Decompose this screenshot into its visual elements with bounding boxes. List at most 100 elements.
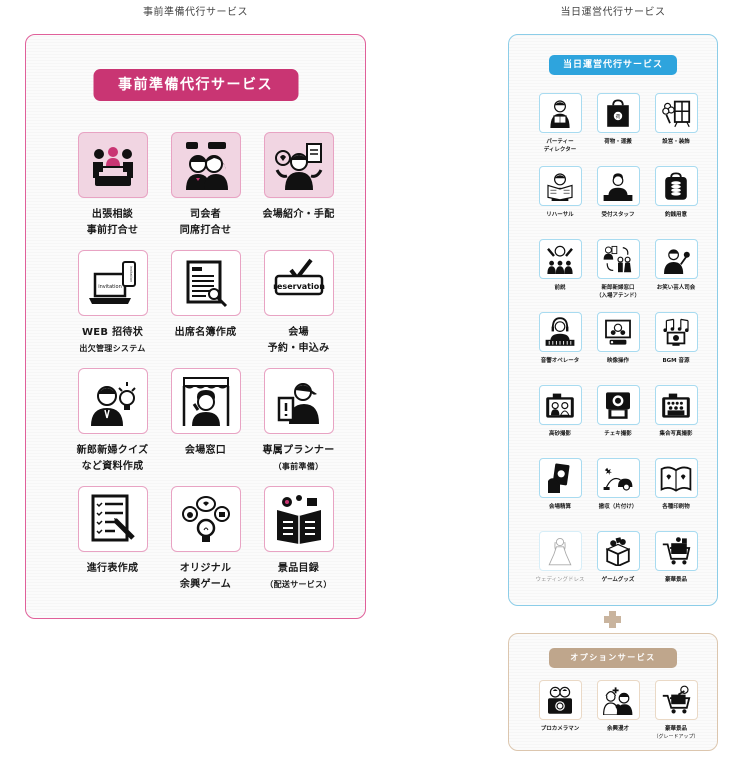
day_service-item[interactable]: パーティー ディレクター: [531, 93, 589, 166]
idea-man-icon[interactable]: [77, 368, 148, 434]
reservation-icon[interactable]: reservation: [263, 250, 334, 316]
day_service-item-label: 荷物・運搬: [604, 138, 632, 146]
day_service-item[interactable]: リハーサル: [531, 166, 589, 239]
day_service-item[interactable]: 映像操作: [589, 312, 647, 385]
svg-text:reservation: reservation: [273, 282, 325, 291]
payment-icon[interactable]: [538, 458, 582, 498]
day-service-grid: パーティー ディレクター荷荷物・運搬 設営・装飾 リハーサル 受付スタッフ 釣銭用意 前説新…: [531, 93, 705, 604]
label-line-1: 設営・装飾: [662, 139, 690, 145]
day_service-item[interactable]: 荷荷物・運搬: [589, 93, 647, 166]
wedding-dress-icon[interactable]: [538, 531, 582, 571]
day_service-item[interactable]: ゲームグッズ: [589, 531, 647, 604]
day_service-item[interactable]: 釣銭用意: [647, 166, 705, 239]
prep_service-item[interactable]: 景品目録 （配送サービス）: [252, 486, 345, 604]
prep_service-item[interactable]: 専属プランナー （事前準備）: [252, 368, 345, 486]
option_service-item[interactable]: プロカメラマン: [531, 680, 589, 750]
web-invitation-icon[interactable]: invitation invitation: [77, 250, 148, 316]
prize-catalog-icon[interactable]: [263, 486, 334, 552]
option_service-item[interactable]: 余興漫才: [589, 680, 647, 750]
prep_service-item-label: WEB 招待状 出欠管理システム: [79, 325, 145, 357]
prep_service-item[interactable]: オリジナル 余興ゲーム: [159, 486, 252, 604]
day_service-item[interactable]: 高砂撮影: [531, 385, 589, 458]
prep-service-panel: 事前準備代行サービス 出張相談 事前打合せ 司会者 同席打合せ 会場紹介・手配 invit…: [25, 34, 366, 619]
couple-photo-icon[interactable]: [538, 385, 582, 425]
prep_service-item[interactable]: 出張相談 事前打合せ: [66, 132, 159, 250]
bgm-icon[interactable]: [654, 312, 698, 352]
day_service-item[interactable]: 受付スタッフ: [589, 166, 647, 239]
day_service-item[interactable]: 新郎新婦窓口 （入場アテンド）: [589, 239, 647, 312]
group-photo-icon[interactable]: [654, 385, 698, 425]
rehearsal-icon[interactable]: [538, 166, 582, 206]
label-line-2: ディレクター: [543, 147, 577, 153]
day_service-item[interactable]: ウェディングドレス: [531, 531, 589, 604]
day_service-item[interactable]: 各種印刷物: [647, 458, 705, 531]
decoration-icon[interactable]: [654, 93, 698, 133]
label-line-1: 豪華景品: [664, 577, 687, 583]
prep_service-item[interactable]: invitation invitation WEB 招待状 出欠管理システム: [66, 250, 159, 368]
label-line-1: 会場精算: [548, 504, 571, 510]
day_service-item[interactable]: BGM 音源: [647, 312, 705, 385]
prep_service-item[interactable]: 進行表作成: [66, 486, 159, 604]
prep_service-item[interactable]: reservation 会場予約・申込み: [252, 250, 345, 368]
planner-icon[interactable]: [263, 368, 334, 434]
day-service-title: 当日運営代行サービス: [549, 55, 677, 75]
day_service-item[interactable]: 豪華景品: [647, 531, 705, 604]
option_service-item[interactable]: 豪華景品 （グレードアップ）: [647, 680, 705, 750]
day_service-item-label: 会場精算: [549, 503, 571, 511]
prep_service-item-label: 会場紹介・手配: [262, 207, 334, 223]
prize-upgrade-icon[interactable]: [654, 680, 698, 720]
venue-window-icon[interactable]: [170, 368, 241, 434]
comedian-mc-icon[interactable]: [654, 239, 698, 279]
game-idea-icon[interactable]: [170, 486, 241, 552]
label-line-1: ゲームグッズ: [601, 577, 635, 583]
prep_service-item[interactable]: 司会者 同席打合せ: [159, 132, 252, 250]
checklist-icon[interactable]: [77, 486, 148, 552]
instant-camera-icon[interactable]: [596, 385, 640, 425]
day_service-item[interactable]: 撤収（片付け）: [589, 458, 647, 531]
reception-staff-icon[interactable]: [596, 166, 640, 206]
day_service-item-label: 新郎新婦窓口 （入場アテンド）: [596, 284, 640, 300]
day-service-caption: 当日運営代行サービス: [560, 7, 666, 18]
day_service-item[interactable]: お笑い芸人司会: [647, 239, 705, 312]
label-line-1: 会場窓口: [184, 445, 227, 456]
warmup-icon[interactable]: [538, 239, 582, 279]
day_service-item[interactable]: 音響オペレータ: [531, 312, 589, 385]
cleanup-icon[interactable]: [596, 458, 640, 498]
director-icon[interactable]: [538, 93, 582, 133]
couple-attend-icon[interactable]: [596, 239, 640, 279]
label-line-1: 景品目録: [277, 563, 320, 574]
printed-matter-icon[interactable]: [654, 458, 698, 498]
label-line-1: オリジナル: [179, 563, 232, 574]
label-line-1: チェキ撮影: [604, 431, 632, 437]
prep_service-item[interactable]: 会場紹介・手配: [252, 132, 345, 250]
label-line-1: 前説: [554, 285, 566, 291]
sound-operator-icon[interactable]: [538, 312, 582, 352]
label-line-1: 会場: [288, 327, 309, 338]
day_service-item[interactable]: 前説: [531, 239, 589, 312]
prep_service-item[interactable]: 会場窓口: [159, 368, 252, 486]
meeting-icon[interactable]: [77, 132, 148, 198]
coins-bag-icon[interactable]: [654, 166, 698, 206]
day_service-item-label: 釣銭用意: [665, 211, 687, 219]
day_service-item[interactable]: 集合写真撮影: [647, 385, 705, 458]
label-line-1: リハーサル: [546, 212, 574, 218]
mc-planner-icon[interactable]: [170, 132, 241, 198]
label-line-2: （グレードアップ）: [653, 734, 699, 740]
pro-camera-icon[interactable]: [538, 680, 582, 720]
label-line-2: 予約・申込み: [267, 343, 330, 354]
day_service-item[interactable]: チェキ撮影: [589, 385, 647, 458]
luggage-icon[interactable]: 荷: [596, 93, 640, 133]
luxury-prize-icon[interactable]: [654, 531, 698, 571]
prep_service-item[interactable]: 出席名簿作成: [159, 250, 252, 368]
guest-list-icon[interactable]: [170, 250, 241, 316]
label-line-1: 新郎新婦クイズ: [76, 445, 149, 456]
day_service-item[interactable]: 設営・装飾: [647, 93, 705, 166]
label-line-1: 荷物・運搬: [604, 139, 632, 145]
day_service-item[interactable]: 会場精算: [531, 458, 589, 531]
manzai-icon[interactable]: [596, 680, 640, 720]
video-icon[interactable]: [596, 312, 640, 352]
venue-intro-icon[interactable]: [263, 132, 334, 198]
label-line-2: （配送サービス）: [265, 580, 332, 589]
game-goods-icon[interactable]: [596, 531, 640, 571]
prep_service-item[interactable]: 新郎新婦クイズ など資料作成: [66, 368, 159, 486]
